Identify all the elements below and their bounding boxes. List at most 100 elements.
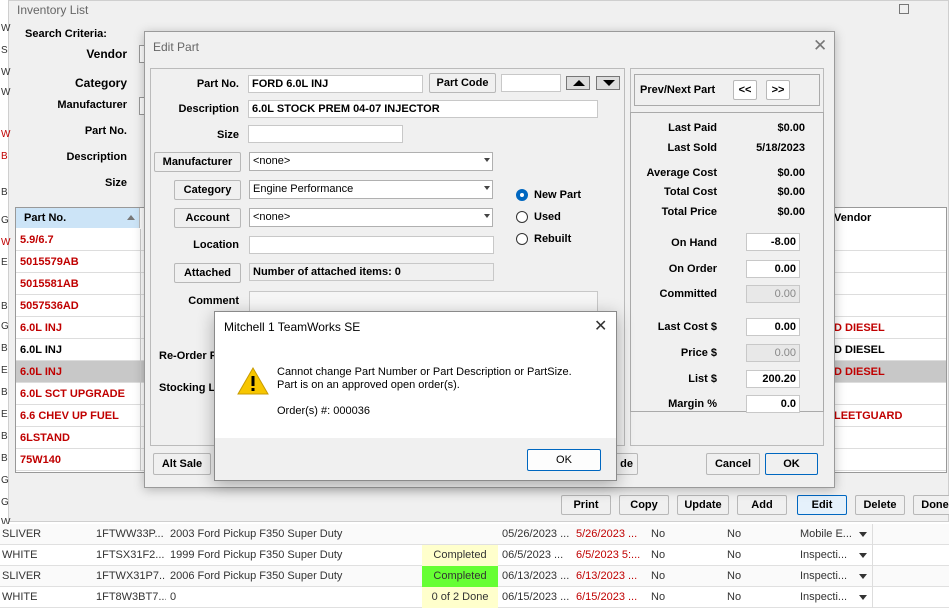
close-icon[interactable]: ✕ <box>813 36 827 56</box>
dropdown-arrow-icon[interactable] <box>859 532 867 537</box>
row-edge-letter: E <box>1 409 8 420</box>
vin-cell: 1FTSX31F2... <box>96 549 165 561</box>
manufacturer-label: Manufacturer <box>57 99 127 111</box>
manufacturer-button[interactable]: Manufacturer <box>154 152 241 172</box>
delete-button[interactable]: Delete <box>855 495 905 515</box>
part-no-cell: 5015581AB <box>20 278 79 290</box>
done-button[interactable]: Done <box>913 495 949 515</box>
on-hand-label: On Hand <box>671 237 717 249</box>
row-edge-letter: G <box>1 497 9 508</box>
table-row[interactable]: SLIVER 1FTWW33P... 2003 Ford Pickup F350 S… <box>0 524 949 545</box>
comment-label: Comment <box>188 295 239 307</box>
sort-up-icon <box>127 215 135 220</box>
ok-button[interactable]: OK <box>765 453 818 475</box>
alert-ok-button[interactable]: OK <box>527 449 601 471</box>
edit-button[interactable]: Edit <box>797 495 847 515</box>
account-select[interactable]: <none> <box>249 208 493 227</box>
status-cell: Completed <box>422 566 498 587</box>
maximize-icon[interactable] <box>899 4 909 14</box>
print-button[interactable]: Print <box>561 495 611 515</box>
vin-cell: 1FTWW33P... <box>96 528 164 540</box>
date1-cell: 06/13/2023 ... <box>502 570 570 582</box>
cancel-button[interactable]: Cancel <box>706 453 760 475</box>
row-edge-letter: G <box>1 215 9 226</box>
type-cell: Inspecti... <box>800 591 848 603</box>
row-edge-letter: B <box>1 151 8 162</box>
row-edge-letter: B <box>1 301 8 312</box>
alt-sale-button[interactable]: Alt Sale <box>153 453 211 475</box>
close-icon[interactable]: ✕ <box>594 316 607 336</box>
column-divider <box>872 524 873 545</box>
rebuilt-radio[interactable] <box>516 233 528 245</box>
description-label: Description <box>66 151 127 163</box>
status-cell: 0 of 2 Done <box>422 587 498 608</box>
committed-field: 0.00 <box>746 285 800 303</box>
category-select[interactable]: Engine Performance <box>249 180 493 199</box>
column-divider <box>872 587 873 608</box>
next-part-button[interactable]: >> <box>766 80 790 100</box>
list-price-field[interactable]: 200.20 <box>746 370 800 388</box>
category-value: Engine Performance <box>253 183 354 195</box>
location-field[interactable] <box>249 236 494 254</box>
attached-button[interactable]: Attached <box>174 263 241 283</box>
date2-cell: 5/26/2023 ... <box>576 528 638 540</box>
column-divider <box>140 449 141 471</box>
description-field[interactable]: 6.0L STOCK PREM 04-07 INJECTOR <box>248 100 598 118</box>
used-radio[interactable] <box>516 211 528 223</box>
scroll-down-button[interactable] <box>596 76 620 90</box>
account-button[interactable]: Account <box>174 208 241 228</box>
new-part-label: New Part <box>534 189 582 201</box>
add-button[interactable]: Add <box>737 495 787 515</box>
stat-value: $0.00 <box>777 206 805 218</box>
margin-label: Margin % <box>668 398 717 410</box>
table-row[interactable]: WHITE 1FT8W3BT7... 0 0 of 2 Done 06/15/2023 … <box>0 587 949 608</box>
row-edge-letter: W <box>1 23 11 34</box>
prev-part-button[interactable]: << <box>733 80 757 100</box>
used-label: Used <box>534 211 561 223</box>
part-code-button[interactable]: Part Code <box>429 73 496 93</box>
column-divider <box>140 361 141 383</box>
column-divider <box>140 339 141 361</box>
inventory-title: Inventory List <box>17 3 89 17</box>
date1-cell: 05/26/2023 ... <box>502 528 570 540</box>
type-cell: Mobile E... <box>800 528 852 540</box>
stocking-label: Stocking L <box>159 382 216 394</box>
attached-items-field: Number of attached items: 0 <box>249 263 494 281</box>
dropdown-arrow-icon[interactable] <box>859 553 867 558</box>
c1-cell: No <box>651 528 666 540</box>
update-button[interactable]: Update <box>677 495 729 515</box>
search-criteria-label: Search Criteria: <box>25 28 107 40</box>
vendor-cell: D DIESEL <box>834 322 885 334</box>
row-edge-letter: G <box>1 475 9 486</box>
c1-cell: No <box>651 549 666 561</box>
dropdown-arrow-icon[interactable] <box>859 574 867 579</box>
grid-header-vendor[interactable]: Vendor <box>834 212 871 224</box>
copy-button[interactable]: Copy <box>619 495 669 515</box>
table-row[interactable]: SLIVER 1FTWX31P7... 2006 Ford Pickup F350 … <box>0 566 949 587</box>
grid-header-part-no[interactable]: Part No. <box>16 208 140 228</box>
table-row[interactable]: WHITE 1FTSX31F2... 1999 Ford Pickup F350 S… <box>0 545 949 566</box>
last-cost-field[interactable]: 0.00 <box>746 318 800 336</box>
scroll-up-button[interactable] <box>566 76 590 90</box>
row-edge-letter: B <box>1 343 8 354</box>
row-edge-letter: B <box>1 387 8 398</box>
manufacturer-select[interactable]: <none> <box>249 152 493 171</box>
c1-cell: No <box>651 591 666 603</box>
vendor-cell: LEETGUARD <box>834 410 903 422</box>
part-no-cell: 6.0L INJ <box>20 344 62 356</box>
dropdown-arrow-icon[interactable] <box>859 595 867 600</box>
row-edge-letter: W <box>1 87 11 98</box>
column-divider <box>140 295 141 317</box>
vendor-cell: D DIESEL <box>834 344 885 356</box>
part-no-field[interactable]: FORD 6.0L INJ <box>248 75 423 93</box>
part-code-field[interactable] <box>501 74 561 92</box>
margin-field[interactable]: 0.0 <box>746 395 800 413</box>
stat-value: 5/18/2023 <box>756 142 805 154</box>
vehicle-cell: 2003 Ford Pickup F350 Super Duty <box>170 528 343 540</box>
on-hand-field[interactable]: -8.00 <box>746 233 800 251</box>
on-order-field[interactable]: 0.00 <box>746 260 800 278</box>
vehicle-cell: 1999 Ford Pickup F350 Super Duty <box>170 549 343 561</box>
new-part-radio[interactable] <box>516 189 528 201</box>
size-field[interactable] <box>248 125 403 143</box>
category-button[interactable]: Category <box>174 180 241 200</box>
